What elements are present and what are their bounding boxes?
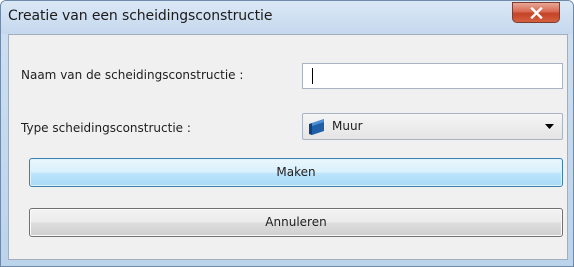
chevron-down-icon — [545, 124, 554, 129]
title-bar[interactable]: Creatie van een scheidingsconstructie — [1, 1, 573, 34]
dialog-window: Creatie van een scheidingsconstructie Na… — [0, 0, 574, 267]
type-selected-value: Muur — [332, 119, 363, 133]
type-label: Type scheidingsconstructie : — [21, 121, 191, 135]
close-button[interactable] — [512, 2, 560, 23]
cancel-button[interactable]: Annuleren — [29, 208, 563, 237]
name-input[interactable] — [302, 63, 563, 89]
name-label: Naam van de scheidingsconstructie : — [21, 68, 244, 82]
dialog-content: Naam van de scheidingsconstructie : Type… — [8, 34, 568, 260]
text-caret — [312, 68, 313, 84]
window-title: Creatie van een scheidingsconstructie — [8, 8, 273, 24]
wall-icon — [309, 119, 324, 135]
close-icon — [530, 7, 543, 19]
type-dropdown[interactable]: Muur — [302, 113, 563, 140]
make-button[interactable]: Maken — [29, 158, 563, 187]
